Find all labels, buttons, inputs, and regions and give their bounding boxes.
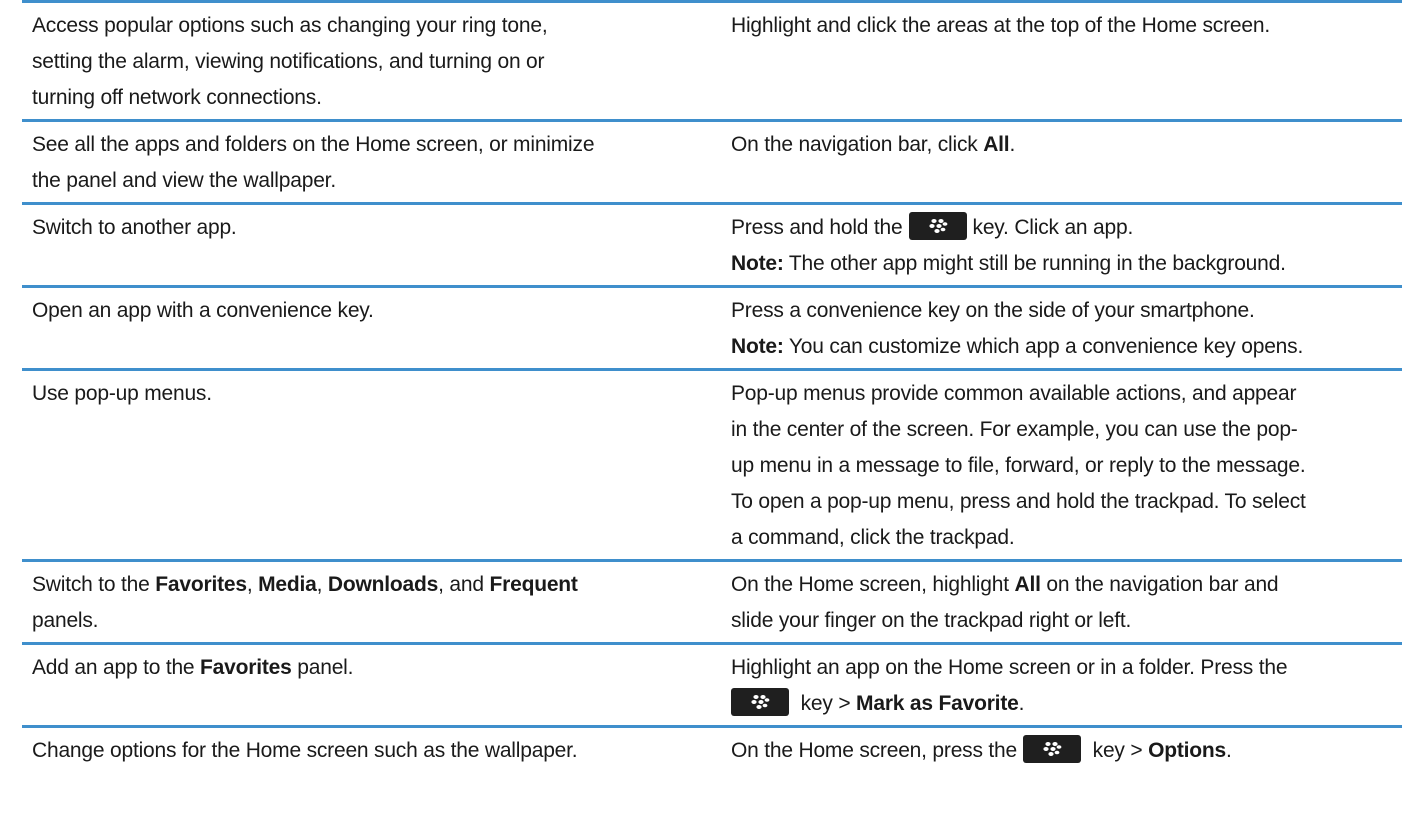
instruction-cell: Highlight an app on the Home screen or i… <box>731 656 1288 717</box>
help-table: Access popular options such as changing … <box>22 0 1402 772</box>
task-cell: Switch to another app. <box>32 216 237 239</box>
table-row: Change options for the Home screen such … <box>22 725 1402 772</box>
task-cell: Access popular options such as changing … <box>32 14 548 109</box>
task-cell: See all the apps and folders on the Home… <box>32 133 595 192</box>
blackberry-menu-key-icon <box>908 212 967 241</box>
task-cell: Switch to the Favorites, Media, Download… <box>32 573 578 632</box>
table-row: Access popular options such as changing … <box>22 0 1402 119</box>
instruction-cell: Highlight and click the areas at the top… <box>731 14 1270 37</box>
blackberry-menu-key-icon <box>1023 735 1082 764</box>
blackberry-menu-key-icon <box>731 688 789 717</box>
task-cell: Add an app to the Favorites panel. <box>32 656 354 679</box>
instruction-cell: On the Home screen, press the key > Opti… <box>731 728 1402 772</box>
task-cell: Use pop-up menus. <box>32 382 212 405</box>
task-cell: Change options for the Home screen such … <box>32 739 578 762</box>
instruction-cell: On the Home screen, highlight All on the… <box>731 573 1279 632</box>
instruction-cell: Press and hold the key. Click an app. Not… <box>731 205 1402 285</box>
table-row: Switch to the Favorites, Media, Download… <box>22 559 1402 642</box>
task-cell: Open an app with a convenience key. <box>32 299 374 322</box>
table-row: Add an app to the Favorites panel. Highl… <box>22 642 1402 725</box>
instruction-cell: Pop-up menus provide common available ac… <box>731 382 1306 549</box>
instruction-cell: Press a convenience key on the side of y… <box>731 299 1304 358</box>
instruction-cell: On the navigation bar, click All. <box>731 133 1016 156</box>
table-row: Open an app with a convenience key. Pres… <box>22 285 1402 368</box>
table-row: Use pop-up menus. Pop-up menus provide c… <box>22 368 1402 559</box>
table-row: Switch to another app. Press and hold th… <box>22 202 1402 285</box>
table-row: See all the apps and folders on the Home… <box>22 119 1402 202</box>
